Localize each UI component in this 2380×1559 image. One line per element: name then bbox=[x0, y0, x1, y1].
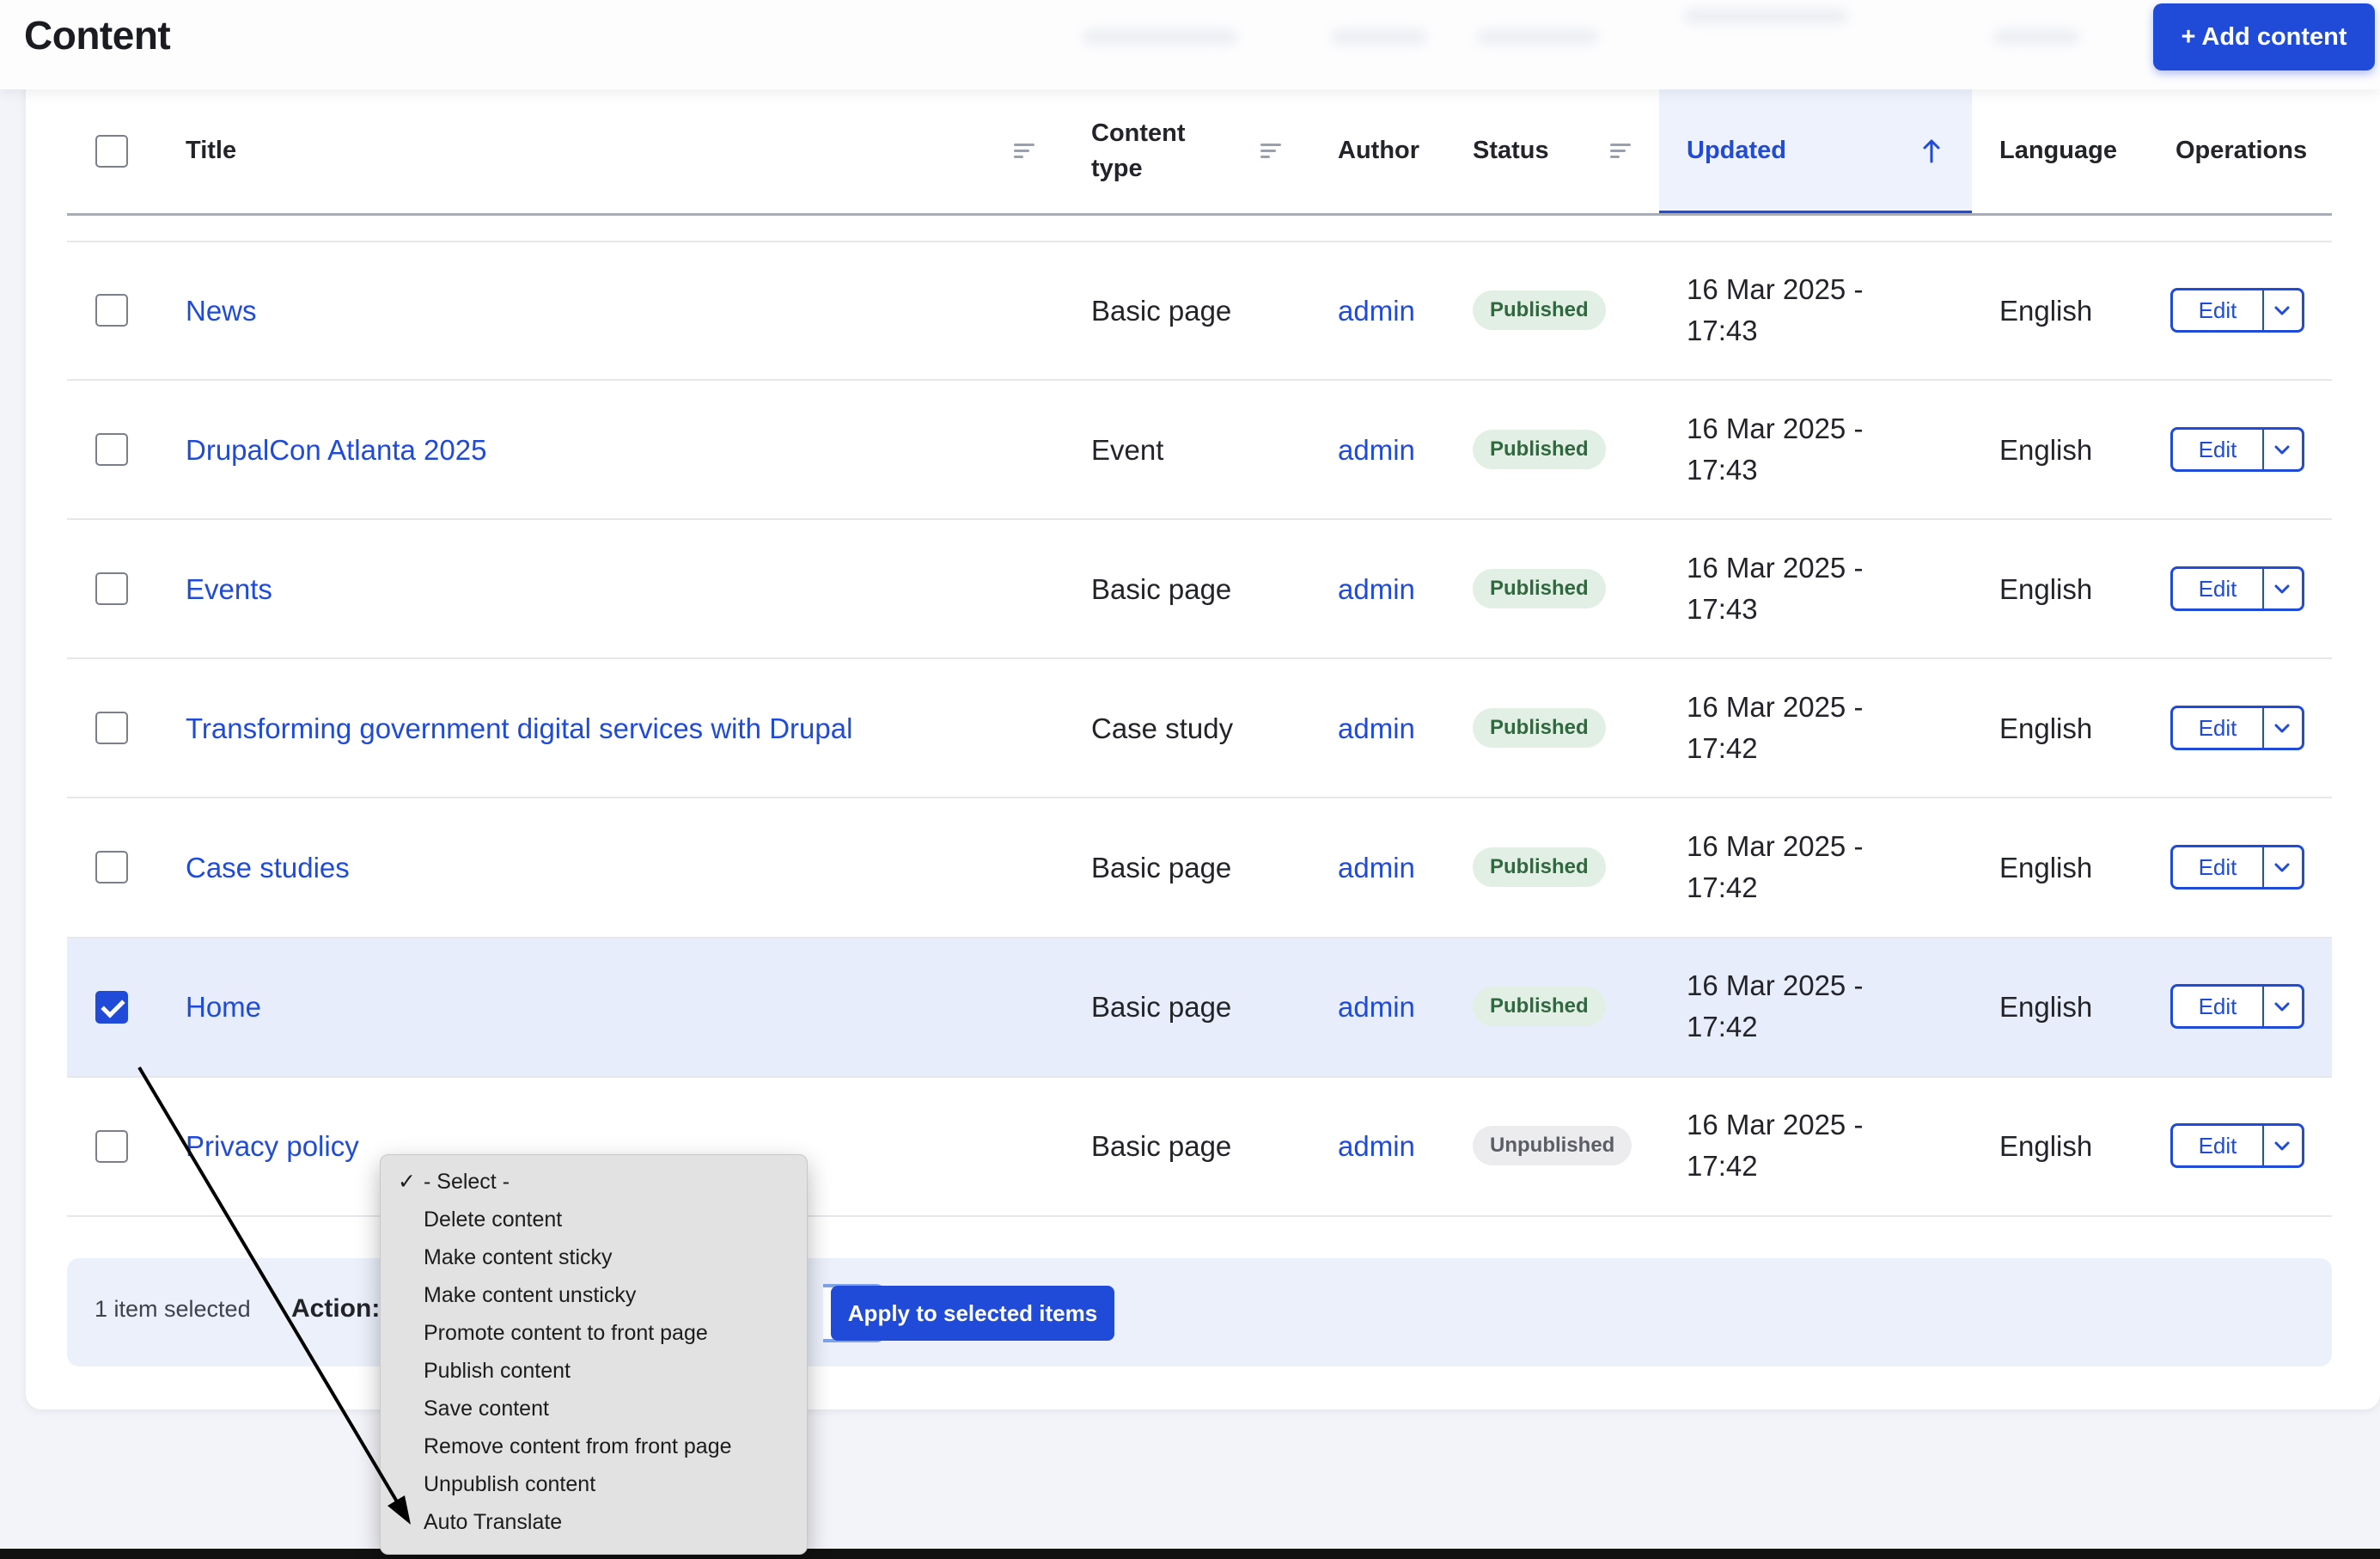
annotation-arrow bbox=[137, 1066, 411, 1525]
